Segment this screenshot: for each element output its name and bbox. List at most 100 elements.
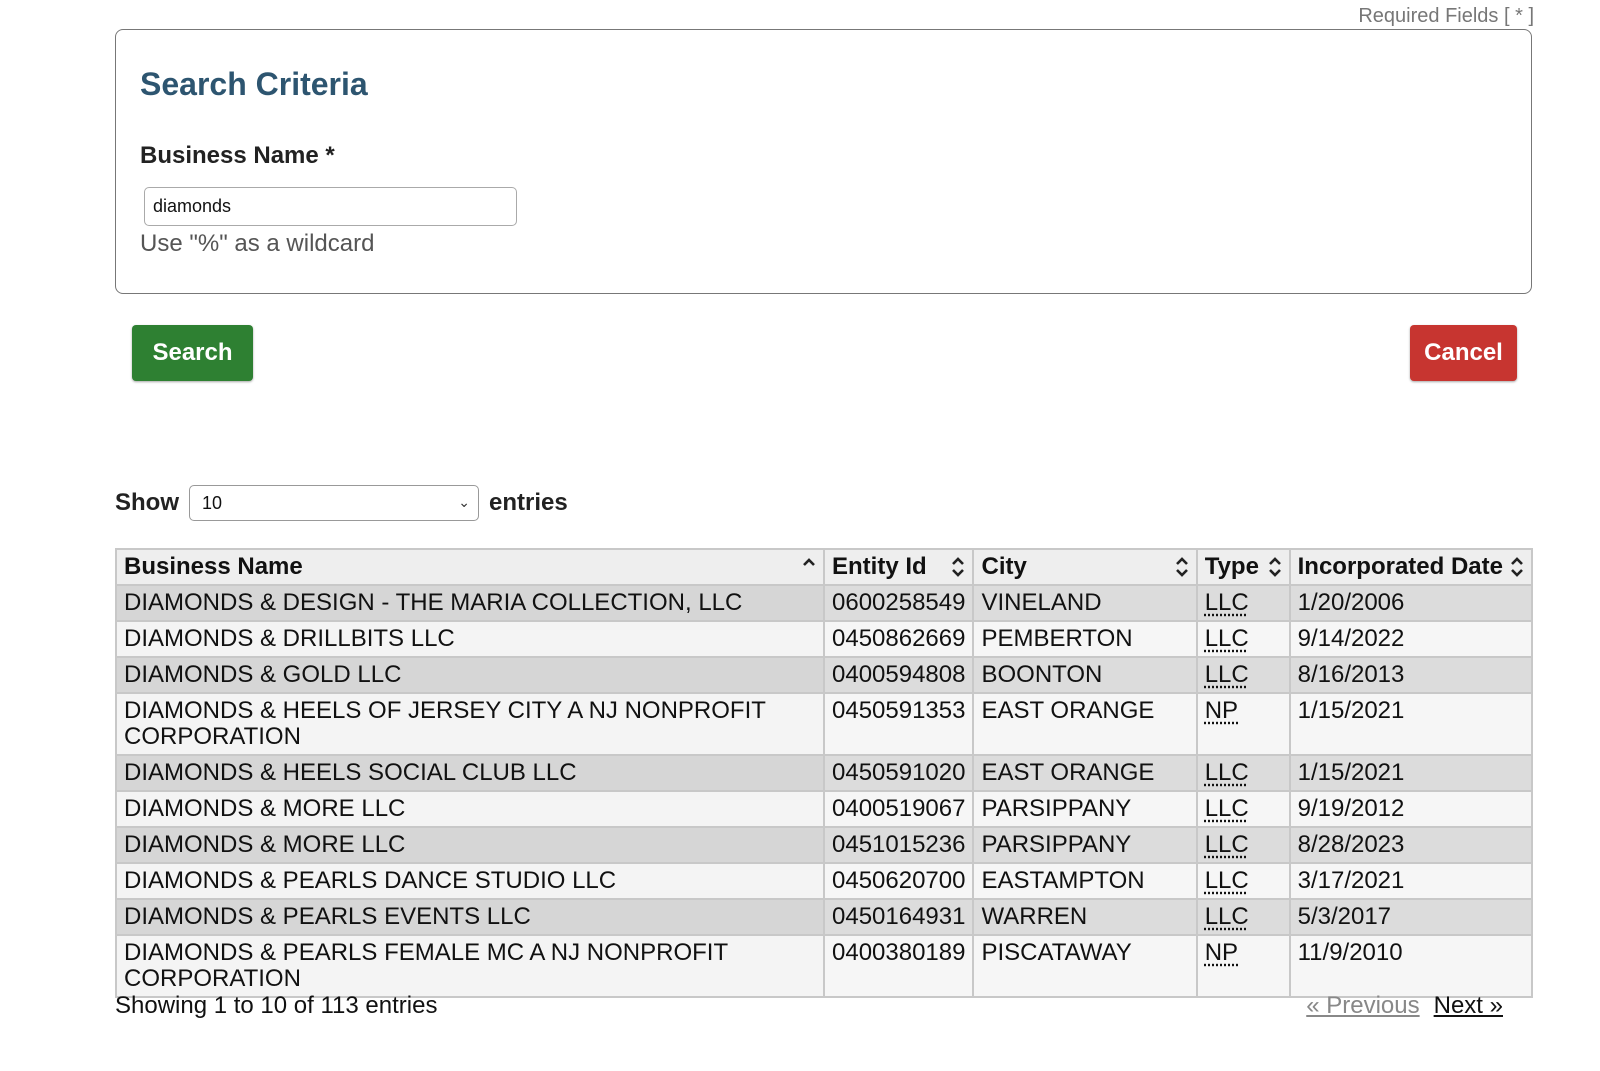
cell-type: LLC — [1195, 862, 1291, 900]
cell-type: LLC — [1195, 790, 1291, 828]
entries-per-page-select[interactable]: 10 ⌄ — [189, 485, 479, 521]
column-header-label: Incorporated Date — [1297, 553, 1503, 580]
cell-entity-id: 0450620700 — [822, 862, 975, 900]
cell-business-name: DIAMONDS & MORE LLC — [115, 790, 825, 828]
sort-both-icon — [1511, 557, 1523, 577]
table-row[interactable]: DIAMONDS & HEELS OF JERSEY CITY A NJ NON… — [115, 692, 1534, 756]
business-name-label: Business Name * — [140, 142, 335, 169]
cell-business-name: DIAMONDS & HEELS OF JERSEY CITY A NJ NON… — [115, 692, 825, 756]
column-header-label: City — [981, 553, 1027, 580]
cell-incorporated-date: 9/14/2022 — [1288, 620, 1534, 658]
entries-length-control: Show 10 ⌄ entries — [115, 485, 568, 521]
cell-city: WARREN — [972, 898, 1198, 936]
next-page-link[interactable]: Next » — [1434, 992, 1503, 1020]
cell-incorporated-date: 1/15/2021 — [1288, 754, 1534, 792]
sort-both-icon — [1268, 557, 1281, 577]
entity-type-abbr: NP — [1204, 697, 1239, 724]
sort-both-icon — [1175, 557, 1188, 577]
search-criteria-panel: Search Criteria Business Name * Use "%" … — [115, 29, 1532, 294]
chevron-down-icon: ⌄ — [458, 494, 470, 510]
table-row[interactable]: DIAMONDS & HEELS SOCIAL CLUB LLC 04505910… — [115, 754, 1534, 792]
cell-city: EAST ORANGE — [972, 754, 1198, 792]
table-row[interactable]: DIAMONDS & MORE LLC 0451015236 PARSIPPANY L… — [115, 826, 1534, 864]
cell-city: EASTAMPTON — [972, 862, 1198, 900]
entity-type-abbr: LLC — [1204, 589, 1249, 616]
column-header-label: Business Name — [124, 553, 303, 580]
cell-type: LLC — [1195, 584, 1291, 622]
cell-incorporated-date: 11/9/2010 — [1288, 934, 1534, 998]
previous-page-link[interactable]: « Previous — [1306, 992, 1419, 1020]
column-header-incorporated-date[interactable]: Incorporated Date — [1288, 548, 1534, 586]
cell-type: LLC — [1195, 620, 1291, 658]
entity-type-abbr: LLC — [1204, 867, 1249, 894]
cell-city: EAST ORANGE — [972, 692, 1198, 756]
cancel-button[interactable]: Cancel — [1410, 325, 1517, 381]
entries-label: entries — [489, 489, 568, 516]
entity-type-abbr: LLC — [1204, 759, 1249, 786]
table-row[interactable]: DIAMONDS & GOLD LLC 0400594808 BOONTON LLC 8… — [115, 656, 1534, 694]
show-label: Show — [115, 489, 179, 516]
cell-city: PEMBERTON — [972, 620, 1198, 658]
entity-type-abbr: LLC — [1204, 795, 1249, 822]
cell-city: PARSIPPANY — [972, 790, 1198, 828]
table-row[interactable]: DIAMONDS & PEARLS DANCE STUDIO LLC 045062… — [115, 862, 1534, 900]
cell-city: BOONTON — [972, 656, 1198, 694]
cell-entity-id: 0400380189 — [822, 934, 975, 998]
results-table: Business Name Entity Id City Type Incorp… — [115, 548, 1534, 998]
cell-business-name: DIAMONDS & PEARLS EVENTS LLC — [115, 898, 825, 936]
column-header-label: Entity Id — [832, 553, 927, 580]
cell-business-name: DIAMONDS & DESIGN - THE MARIA COLLECTION… — [115, 584, 825, 622]
cell-business-name: DIAMONDS & GOLD LLC — [115, 656, 825, 694]
required-fields-note: Required Fields [ * ] — [1358, 5, 1534, 27]
sort-both-icon — [952, 557, 965, 577]
cell-type: NP — [1195, 692, 1291, 756]
cell-entity-id: 0400594808 — [822, 656, 975, 694]
table-row[interactable]: DIAMONDS & MORE LLC 0400519067 PARSIPPANY L… — [115, 790, 1534, 828]
cell-type: NP — [1195, 934, 1291, 998]
table-row[interactable]: DIAMONDS & DESIGN - THE MARIA COLLECTION… — [115, 584, 1534, 622]
cell-type: LLC — [1195, 656, 1291, 694]
cell-incorporated-date: 5/3/2017 — [1288, 898, 1534, 936]
cell-entity-id: 0450591353 — [822, 692, 975, 756]
cell-entity-id: 0450862669 — [822, 620, 975, 658]
cell-entity-id: 0450164931 — [822, 898, 975, 936]
cell-business-name: DIAMONDS & MORE LLC — [115, 826, 825, 864]
cell-business-name: DIAMONDS & HEELS SOCIAL CLUB LLC — [115, 754, 825, 792]
entity-type-abbr: NP — [1204, 939, 1239, 966]
search-criteria-title: Search Criteria — [140, 66, 368, 102]
search-button[interactable]: Search — [132, 325, 253, 381]
cell-city: PARSIPPANY — [972, 826, 1198, 864]
column-header-label: Type — [1204, 553, 1259, 580]
column-header-city[interactable]: City — [972, 548, 1198, 586]
cell-city: VINELAND — [972, 584, 1198, 622]
wildcard-hint: Use "%" as a wildcard — [140, 230, 375, 257]
cell-business-name: DIAMONDS & PEARLS FEMALE MC A NJ NONPROF… — [115, 934, 825, 998]
column-header-entity-id[interactable]: Entity Id — [822, 548, 975, 586]
column-header-business-name[interactable]: Business Name — [115, 548, 825, 586]
table-info: Showing 1 to 10 of 113 entries — [115, 992, 438, 1019]
column-header-type[interactable]: Type — [1195, 548, 1291, 586]
cell-incorporated-date: 8/16/2013 — [1288, 656, 1534, 694]
entity-type-abbr: LLC — [1204, 903, 1249, 930]
cell-entity-id: 0400519067 — [822, 790, 975, 828]
cell-business-name: DIAMONDS & DRILLBITS LLC — [115, 620, 825, 658]
cell-business-name: DIAMONDS & PEARLS DANCE STUDIO LLC — [115, 862, 825, 900]
cell-entity-id: 0451015236 — [822, 826, 975, 864]
table-row[interactable]: DIAMONDS & PEARLS FEMALE MC A NJ NONPROF… — [115, 934, 1534, 998]
cell-incorporated-date: 1/15/2021 — [1288, 692, 1534, 756]
cell-type: LLC — [1195, 826, 1291, 864]
cell-entity-id: 0600258549 — [822, 584, 975, 622]
sort-ascending-icon — [803, 558, 815, 566]
cell-incorporated-date: 1/20/2006 — [1288, 584, 1534, 622]
cell-type: LLC — [1195, 754, 1291, 792]
entity-type-abbr: LLC — [1204, 625, 1249, 652]
entity-type-abbr: LLC — [1204, 831, 1249, 858]
cell-city: PISCATAWAY — [972, 934, 1198, 998]
cell-incorporated-date: 9/19/2012 — [1288, 790, 1534, 828]
entity-type-abbr: LLC — [1204, 661, 1249, 688]
business-name-input[interactable] — [144, 187, 517, 226]
cell-incorporated-date: 8/28/2023 — [1288, 826, 1534, 864]
table-row[interactable]: DIAMONDS & DRILLBITS LLC 0450862669 PEMBER… — [115, 620, 1534, 658]
table-row[interactable]: DIAMONDS & PEARLS EVENTS LLC 0450164931 WA… — [115, 898, 1534, 936]
cell-type: LLC — [1195, 898, 1291, 936]
